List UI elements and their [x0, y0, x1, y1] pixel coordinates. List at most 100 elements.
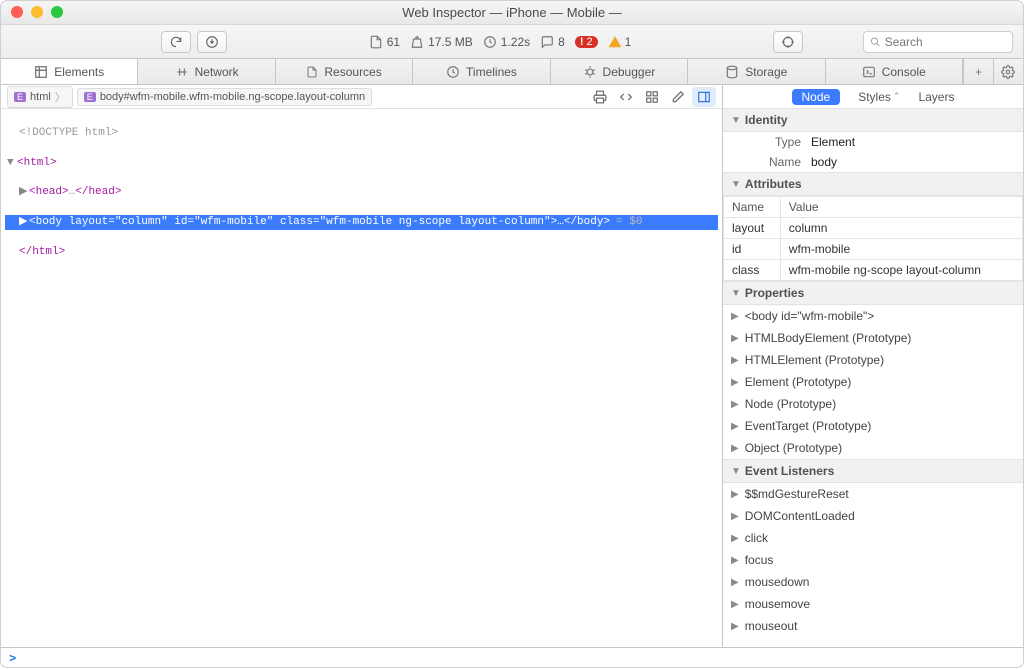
tab-storage[interactable]: Storage: [688, 59, 825, 84]
dom-node[interactable]: ▶<head>…</head>: [5, 185, 718, 200]
event-row[interactable]: ▶focus: [723, 549, 1023, 571]
grid-icon: [645, 90, 659, 104]
reload-icon: [169, 35, 183, 49]
pencil-icon: [671, 90, 685, 104]
section-attributes[interactable]: ▼Attributes: [723, 172, 1023, 196]
identity-type-value: Element: [811, 135, 855, 149]
property-row[interactable]: ▶Node (Prototype): [723, 393, 1023, 415]
toolbar: 61 17.5 MB 1.22s 8 !2 1: [1, 25, 1023, 59]
event-row[interactable]: ▶mouseout: [723, 615, 1023, 637]
event-row[interactable]: ▶DOMContentLoaded: [723, 505, 1023, 527]
table-row[interactable]: classwfm-mobile ng-scope layout-column: [724, 260, 1023, 281]
identity-name-value: body: [811, 155, 837, 169]
details-tab-styles[interactable]: Styles⌃: [858, 90, 900, 104]
breadcrumb-bar: E html 〉 E body#wfm-mobile.wfm-mobile.ng…: [1, 85, 722, 109]
network-icon: [175, 65, 189, 79]
download-icon: [205, 35, 219, 49]
dom-node-selected[interactable]: ▶<body layout="column" id="wfm-mobile" c…: [5, 215, 718, 230]
print-icon: [593, 90, 607, 104]
crosshair-icon: [781, 35, 795, 49]
dom-node[interactable]: </html>: [5, 245, 718, 260]
gear-icon: [1001, 65, 1015, 79]
dom-node[interactable]: <!DOCTYPE html>: [5, 126, 718, 141]
transfer-size[interactable]: 17.5 MB: [410, 35, 473, 49]
section-properties[interactable]: ▼Properties: [723, 281, 1023, 305]
tab-debugger[interactable]: Debugger: [551, 59, 688, 84]
sidebar-right-icon: [697, 90, 711, 104]
close-window-button[interactable]: [11, 6, 23, 18]
console-messages[interactable]: 8: [540, 35, 565, 49]
attr-col-name: Name: [724, 197, 781, 218]
code-icon: [619, 90, 633, 104]
panel-tabs: Elements Network Resources Timelines Deb…: [1, 59, 1023, 85]
table-row[interactable]: layoutcolumn: [724, 218, 1023, 239]
dom-tree[interactable]: <!DOCTYPE html> ▼<html> ▶<head>…</head> …: [1, 109, 722, 647]
event-row[interactable]: ▶$$mdGestureReset: [723, 483, 1023, 505]
console-prompt: >: [9, 652, 16, 666]
console-warnings-value: 1: [625, 35, 632, 49]
inspect-element-button[interactable]: [773, 31, 803, 53]
event-row[interactable]: ▶mousemove: [723, 593, 1023, 615]
toggle-details-sidebar-button[interactable]: [692, 87, 716, 107]
details-tab-bar: Node Styles⌃ Layers: [723, 85, 1023, 109]
search-input[interactable]: [885, 35, 1006, 49]
tab-settings-button[interactable]: [993, 59, 1023, 84]
console-warnings[interactable]: 1: [608, 35, 632, 49]
identity-name-label: Name: [731, 155, 801, 169]
print-styles-button[interactable]: [588, 87, 612, 107]
event-row[interactable]: ▶click: [723, 527, 1023, 549]
tab-network[interactable]: Network: [138, 59, 275, 84]
storage-icon: [725, 65, 739, 79]
timelines-icon: [446, 65, 460, 79]
new-tab-button[interactable]: +: [963, 59, 993, 84]
property-row[interactable]: ▶<body id="wfm-mobile">: [723, 305, 1023, 327]
console-icon: [862, 65, 876, 79]
property-row[interactable]: ▶EventTarget (Prototype): [723, 415, 1023, 437]
property-row[interactable]: ▶HTMLBodyElement (Prototype): [723, 327, 1023, 349]
grid-view-button[interactable]: [640, 87, 664, 107]
breadcrumb-label: html: [30, 91, 51, 103]
zoom-window-button[interactable]: [51, 6, 63, 18]
edit-button[interactable]: [666, 87, 690, 107]
table-row[interactable]: idwfm-mobile: [724, 239, 1023, 260]
tab-timelines[interactable]: Timelines: [413, 59, 550, 84]
section-identity[interactable]: ▼Identity: [723, 109, 1023, 132]
event-row[interactable]: ▶mousedown: [723, 571, 1023, 593]
global-search[interactable]: [863, 31, 1013, 53]
breadcrumb-item[interactable]: E html 〉: [7, 86, 73, 108]
details-tab-node[interactable]: Node: [792, 89, 841, 105]
dom-node[interactable]: ▼<html>: [5, 156, 718, 171]
tab-label: Elements: [54, 65, 104, 79]
minimize-window-button[interactable]: [31, 6, 43, 18]
chat-icon: [540, 35, 554, 49]
breadcrumb-item[interactable]: E body#wfm-mobile.wfm-mobile.ng-scope.la…: [77, 88, 372, 106]
code-view-button[interactable]: [614, 87, 638, 107]
resources-count[interactable]: 61: [369, 35, 400, 49]
property-row[interactable]: ▶HTMLElement (Prototype): [723, 349, 1023, 371]
element-badge-icon: E: [84, 92, 96, 102]
tab-resources[interactable]: Resources: [276, 59, 413, 84]
console-errors-value: 2: [586, 36, 592, 48]
reload-button[interactable]: [161, 31, 191, 53]
section-event-listeners[interactable]: ▼Event Listeners: [723, 459, 1023, 483]
console-errors[interactable]: !2: [575, 36, 598, 48]
download-button[interactable]: [197, 31, 227, 53]
details-tab-layers[interactable]: Layers: [918, 90, 954, 104]
window-title: Web Inspector — iPhone — Mobile —: [402, 5, 621, 20]
breadcrumb-label: body#wfm-mobile.wfm-mobile.ng-scope.layo…: [100, 91, 365, 103]
tab-elements[interactable]: Elements: [1, 59, 138, 84]
tab-label: Console: [882, 65, 926, 79]
weight-icon: [410, 35, 424, 49]
attr-col-value: Value: [780, 197, 1022, 218]
warning-icon: [608, 35, 622, 49]
tab-label: Network: [195, 65, 239, 79]
resources-icon: [306, 65, 318, 79]
property-row[interactable]: ▶Object (Prototype): [723, 437, 1023, 459]
property-row[interactable]: ▶Element (Prototype): [723, 371, 1023, 393]
load-time[interactable]: 1.22s: [483, 35, 530, 49]
attributes-table: NameValue layoutcolumn idwfm-mobile clas…: [723, 196, 1023, 281]
element-badge-icon: E: [14, 92, 26, 102]
console-drawer[interactable]: >: [1, 647, 1023, 669]
tab-console[interactable]: Console: [826, 59, 963, 84]
tab-label: Storage: [745, 65, 787, 79]
